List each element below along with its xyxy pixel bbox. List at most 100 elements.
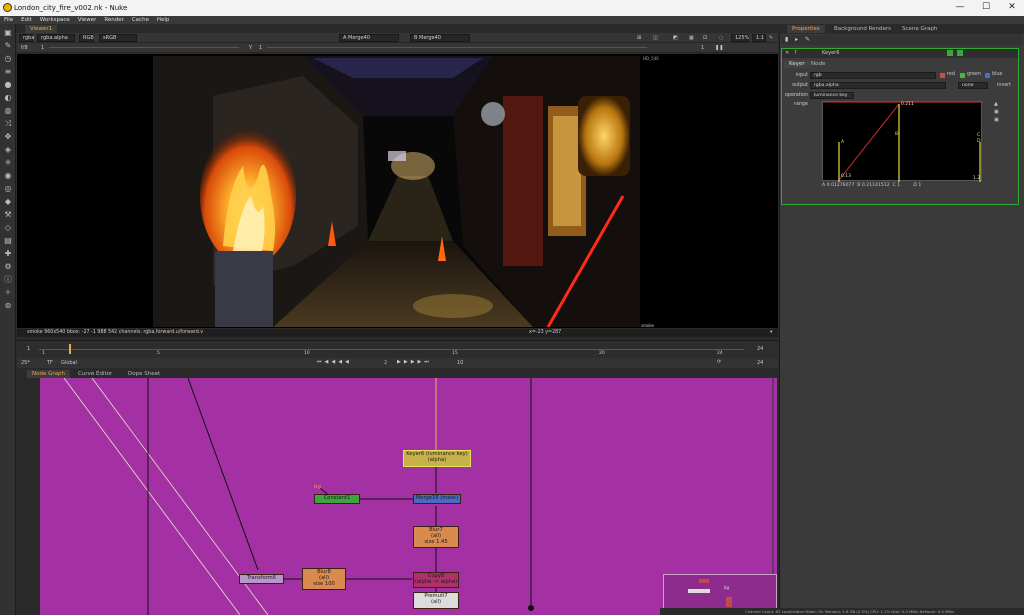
green-checkbox[interactable] [960, 73, 965, 78]
node-constant1[interactable]: Constant1 [314, 494, 360, 504]
in-frame[interactable]: 1 [27, 346, 30, 352]
gain-value[interactable]: 1 [41, 45, 44, 51]
nuke-tool-icon[interactable]: ⊛ [3, 301, 13, 310]
range-mode-select[interactable]: Global [61, 360, 77, 366]
draw-tool-icon[interactable]: ✎ [3, 41, 13, 50]
collapse-icon[interactable]: ▸ [795, 36, 798, 43]
zoom-select[interactable]: 125% [731, 34, 749, 42]
maximize-button[interactable]: ☐ [974, 1, 998, 14]
operation-select[interactable]: luminance key [810, 92, 854, 99]
views-tool-icon[interactable]: ◎ [3, 184, 13, 193]
input-b-select[interactable]: B Merge40 [410, 34, 470, 42]
time-tool-icon[interactable]: ◷ [3, 54, 13, 63]
tab-curve-editor[interactable]: Curve Editor [73, 370, 117, 378]
menu-edit[interactable]: Edit [21, 16, 32, 24]
menu-workspace[interactable]: Workspace [40, 16, 70, 24]
current-frame-field[interactable]: 2 [384, 360, 387, 366]
gamma-slider[interactable] [267, 47, 647, 48]
pick-icon[interactable]: ✎ [805, 36, 810, 43]
3d-view-icon[interactable]: ◫ [653, 35, 658, 41]
mask-icon[interactable]: ◌ [719, 35, 723, 41]
node-graph[interactable]: Keyer6 (luminance key) (alpha) bg Consta… [40, 378, 777, 615]
menu-help[interactable]: Help [157, 16, 170, 24]
range-values[interactable]: A 0.01276077 B 0.21141512 C 1 D 1 [822, 183, 921, 188]
merge-tool-icon[interactable]: ⤨ [3, 119, 13, 128]
clip-icon[interactable]: ◩ [673, 35, 678, 41]
plugin-tool-icon[interactable]: ✚ [3, 249, 13, 258]
pencil-icon[interactable]: ✎ [769, 35, 773, 41]
toolsets-tool-icon[interactable]: ⚒ [3, 210, 13, 219]
input-select[interactable]: rgb [810, 72, 936, 79]
playhead-marker[interactable] [69, 344, 71, 354]
close-button[interactable]: ✕ [1000, 1, 1024, 14]
range-curve-editor[interactable]: A B C D 0.211 0.13 1.2 [822, 101, 983, 182]
lut-select[interactable]: sRGB [99, 34, 137, 42]
gizmo-tool-icon[interactable]: ✧ [3, 288, 13, 297]
output-select[interactable]: rgba.alpha [810, 82, 946, 89]
node-premult7[interactable]: Premult7 (all) [413, 592, 459, 609]
tab-scene-graph[interactable]: Scene Graph [897, 25, 942, 33]
image-tool-icon[interactable]: ▣ [3, 28, 13, 37]
blue-checkbox[interactable] [985, 73, 990, 78]
colorspace-select[interactable]: RGB [79, 34, 94, 42]
pause-icon[interactable]: ❚❚ [715, 45, 723, 51]
channel-tool-icon[interactable]: ≡ [3, 67, 13, 76]
transform-tool-icon[interactable]: ✥ [3, 132, 13, 141]
fps-select[interactable]: 25* [21, 360, 30, 366]
end-frame-top[interactable]: 24 [757, 346, 763, 352]
channels-select[interactable]: rgba [19, 34, 34, 42]
input-a-select[interactable]: A Merge40 [339, 34, 399, 42]
node-merge16[interactable]: Merge16 (mask) [413, 494, 461, 504]
overlay-icon[interactable]: ⊡ [703, 35, 707, 41]
layer-select[interactable]: rgba.alpha [37, 34, 75, 42]
expand-info-icon[interactable]: ▾ [770, 329, 772, 337]
deep-tool-icon[interactable]: ◉ [3, 171, 13, 180]
tab-node-graph[interactable]: Node Graph [27, 370, 70, 378]
lock-icon[interactable]: ▮ [785, 36, 788, 43]
furnace-tool-icon[interactable]: ⚙ [3, 262, 13, 271]
output-extra-select[interactable]: none [958, 82, 988, 89]
node-copy8[interactable]: Copy8 (alpha -> alpha) [413, 572, 459, 588]
minimize-button[interactable]: — [948, 1, 972, 14]
menu-render[interactable]: Render [104, 16, 124, 24]
timeline-track[interactable] [39, 349, 744, 350]
gamma-value[interactable]: 1 [259, 45, 262, 51]
roi-icon[interactable]: ⊞ [637, 35, 641, 41]
metadata-tool-icon[interactable]: ◆ [3, 197, 13, 206]
gain-slider[interactable] [49, 47, 239, 48]
curve-tool-2-icon[interactable]: ▣ [994, 109, 999, 115]
tab-viewer1[interactable]: Viewer1 [25, 25, 58, 33]
panel-close-icon[interactable]: ✕ [785, 50, 789, 56]
menu-file[interactable]: File [4, 16, 13, 24]
ratio-select[interactable]: 1:1 [752, 34, 766, 42]
cache-tool-icon[interactable]: ▤ [3, 236, 13, 245]
other-tool-icon[interactable]: ◇ [3, 223, 13, 232]
info-tool-icon[interactable]: ⓘ [3, 275, 13, 284]
tab-dope-sheet[interactable]: Dope Sheet [123, 370, 165, 378]
panel-help-icon[interactable]: ? [794, 50, 797, 56]
transport-forward-buttons[interactable]: ▶▶▶▶⏭ [397, 359, 432, 365]
end-frame-field[interactable]: 24 [757, 360, 763, 366]
menu-viewer[interactable]: Viewer [78, 16, 97, 24]
frame-value[interactable]: 1 [701, 45, 704, 51]
invert-label[interactable]: invert [997, 83, 1011, 88]
transport-back-buttons[interactable]: ⏮◀◀◀◀ [317, 359, 352, 365]
node-transform6[interactable]: Transform6 [239, 574, 284, 584]
filter-tool-icon[interactable]: ◐ [3, 93, 13, 102]
red-checkbox[interactable] [940, 73, 945, 78]
loop-icon[interactable]: ⟳ [717, 359, 721, 365]
particles-tool-icon[interactable]: ✳ [3, 158, 13, 167]
menu-cache[interactable]: Cache [132, 16, 149, 24]
step-field[interactable]: 10 [457, 360, 463, 366]
3d-tool-icon[interactable]: ◈ [3, 145, 13, 154]
node-blur7[interactable]: Blur7 (all) size 1.45 [413, 526, 459, 548]
node-keyer6[interactable]: Keyer6 (luminance key) (alpha) [403, 450, 471, 467]
tab-background-renders[interactable]: Background Renders [829, 25, 896, 33]
node-name-field[interactable]: Keyer6 [822, 50, 839, 56]
curve-tool-1-icon[interactable]: ▲ [994, 101, 998, 107]
node-bg-label[interactable]: bg [314, 484, 321, 490]
tab-node[interactable]: Node [806, 60, 830, 68]
tf-select[interactable]: TF [47, 360, 53, 366]
curve-tool-3-icon[interactable]: ▣ [994, 117, 999, 123]
keyer-tool-icon[interactable]: ◍ [3, 106, 13, 115]
